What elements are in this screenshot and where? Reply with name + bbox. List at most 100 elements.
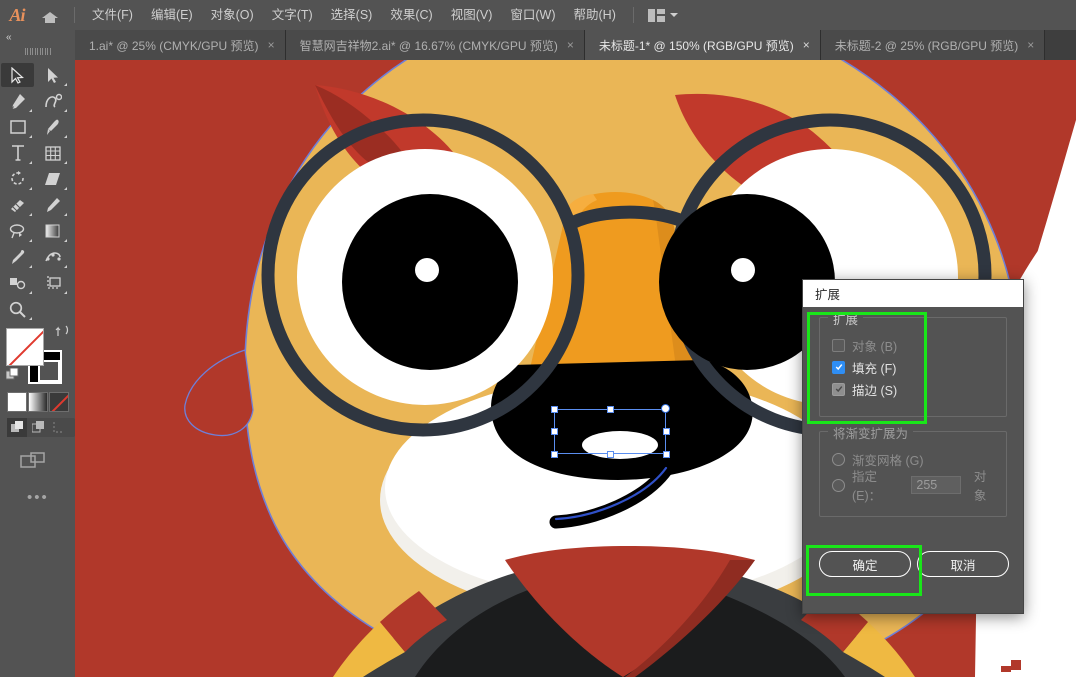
none-slash-icon — [7, 329, 43, 365]
handle-mid-right[interactable] — [663, 428, 670, 435]
menu-effect[interactable]: 效果(C) — [381, 0, 441, 30]
menu-type[interactable]: 文字(T) — [263, 0, 322, 30]
pen-tool[interactable] — [1, 89, 34, 113]
collapse-panel-icon[interactable]: « — [0, 30, 75, 44]
handle-bottom-right[interactable] — [663, 451, 670, 458]
fill-swatch[interactable] — [6, 328, 44, 366]
fill-stroke-swatches — [5, 325, 69, 384]
tab-document-3[interactable]: 未标题-1* @ 150% (RGB/GPU 预览) × — [584, 30, 821, 60]
dialog-title: 扩展 — [803, 280, 1023, 307]
tab-close-icon[interactable]: × — [268, 39, 275, 51]
direct-selection-tool[interactable] — [36, 63, 69, 87]
color-mode-solid[interactable] — [7, 392, 27, 412]
tab-label: 未标题-1* @ 150% (RGB/GPU 预览) — [598, 38, 794, 53]
menu-file[interactable]: 文件(F) — [83, 0, 142, 30]
expand-group-legend: 扩展 — [828, 309, 864, 328]
rotate-tool[interactable] — [1, 167, 34, 191]
tab-document-4[interactable]: 未标题-2 @ 25% (RGB/GPU 预览) × — [820, 30, 1046, 60]
home-icon[interactable] — [34, 0, 66, 30]
color-mode-buttons — [7, 392, 75, 412]
workspace-switcher[interactable] — [647, 8, 678, 22]
screen-mode-icon[interactable] — [20, 451, 75, 476]
path-selection-bbox[interactable] — [551, 404, 670, 458]
menu-divider-2 — [632, 7, 634, 23]
specify-radio[interactable] — [832, 478, 845, 492]
menu-help[interactable]: 帮助(H) — [565, 0, 625, 30]
handle-bottom-left[interactable] — [551, 451, 558, 458]
tab-label: 智慧网吉祥物2.ai* @ 16.67% (CMYK/GPU 预览) — [299, 38, 558, 53]
tab-label: 1.ai* @ 25% (CMYK/GPU 预览) — [89, 38, 259, 53]
rectangle-tool[interactable] — [1, 115, 34, 139]
draw-mode-buttons — [7, 418, 75, 437]
gradient-tool[interactable] — [36, 219, 69, 243]
menu-items: 文件(F) 编辑(E) 对象(O) 文字(T) 选择(S) 效果(C) 视图(V… — [83, 0, 625, 30]
drag-grip-icon[interactable] — [0, 44, 75, 58]
artboard-tool[interactable] — [1, 271, 34, 295]
specify-radio-row[interactable]: 指定 (E)： 255 对象 — [832, 470, 994, 503]
gradient-mesh-radio[interactable] — [832, 452, 845, 466]
curvature-tool[interactable] — [36, 89, 69, 113]
expand-dialog[interactable]: 扩展 扩展 对象 (B) 填充 (F) 描边 (S) 将渐变扩展为 渐变网格 (… — [802, 279, 1024, 614]
lasso-tool[interactable] — [1, 219, 34, 243]
menu-divider — [74, 7, 75, 23]
draw-behind-mode[interactable] — [28, 418, 48, 437]
tab-close-icon[interactable]: × — [1027, 39, 1034, 51]
type-tool[interactable] — [1, 141, 34, 165]
tools-panel: « ••• — [0, 30, 75, 677]
stroke-checkbox-row[interactable]: 描边 (S) — [832, 378, 994, 400]
ok-button[interactable]: 确定 — [819, 551, 911, 577]
tool-empty-slot — [36, 297, 69, 321]
dialog-button-row: 确定 取消 — [819, 551, 1009, 577]
default-fill-stroke-icon[interactable] — [5, 367, 19, 381]
specify-label: 指定 (E)： — [852, 470, 882, 503]
menu-bar: Ai 文件(F) 编辑(E) 对象(O) 文字(T) 选择(S) 效果(C) 视… — [0, 0, 1076, 30]
specify-count-input[interactable]: 255 — [911, 476, 961, 494]
tab-close-icon[interactable]: × — [567, 39, 574, 51]
tab-label: 未标题-2 @ 25% (RGB/GPU 预览) — [834, 38, 1019, 53]
color-mode-none[interactable] — [49, 392, 69, 412]
zoom-tool[interactable] — [1, 297, 34, 321]
object-checkbox-row[interactable]: 对象 (B) — [832, 334, 994, 356]
handle-top-left[interactable] — [551, 406, 558, 413]
swap-fill-stroke-icon[interactable] — [55, 324, 69, 338]
top-right-anchor[interactable] — [661, 404, 670, 413]
menu-edit[interactable]: 编辑(E) — [142, 0, 202, 30]
color-mode-gradient[interactable] — [28, 392, 48, 412]
slice-tool[interactable] — [36, 271, 69, 295]
expand-options-group: 扩展 对象 (B) 填充 (F) 描边 (S) — [819, 309, 1007, 417]
menu-view[interactable]: 视图(V) — [442, 0, 502, 30]
draw-normal-mode[interactable] — [7, 418, 27, 437]
checkmark-icon — [835, 364, 842, 371]
selection-tool[interactable] — [1, 63, 34, 87]
pencil-tool[interactable] — [36, 193, 69, 217]
width-tool[interactable] — [1, 193, 34, 217]
fill-checkbox-label: 填充 (F) — [852, 361, 897, 376]
dialog-body: 扩展 对象 (B) 填充 (F) 描边 (S) 将渐变扩展为 渐变网格 (G) … — [803, 307, 1023, 615]
column-graph-tool[interactable] — [36, 141, 69, 165]
more-tools-icon[interactable]: ••• — [27, 490, 75, 505]
cancel-button[interactable]: 取消 — [917, 551, 1009, 577]
eyedropper-tool[interactable] — [1, 245, 34, 269]
tab-document-2[interactable]: 智慧网吉祥物2.ai* @ 16.67% (CMYK/GPU 预览) × — [285, 30, 585, 60]
handle-mid-left[interactable] — [551, 428, 558, 435]
specify-suffix-label: 对象 — [973, 470, 987, 503]
draw-inside-mode[interactable] — [49, 418, 69, 437]
shape-builder-tool[interactable] — [36, 167, 69, 191]
menu-select[interactable]: 选择(S) — [322, 0, 382, 30]
chevron-down-icon — [669, 13, 678, 17]
handle-top-center[interactable] — [607, 406, 614, 413]
object-checkbox[interactable] — [832, 338, 845, 352]
paintbrush-tool[interactable] — [36, 115, 69, 139]
menu-object[interactable]: 对象(O) — [202, 0, 263, 30]
handle-bottom-center[interactable] — [607, 451, 614, 458]
gradient-expand-group: 将渐变扩展为 渐变网格 (G) 指定 (E)： 255 对象 — [819, 423, 1007, 517]
symbol-sprayer-tool[interactable] — [36, 245, 69, 269]
tab-close-icon[interactable]: × — [803, 39, 810, 51]
stroke-checkbox-label: 描边 (S) — [852, 383, 898, 398]
fill-checkbox[interactable] — [832, 360, 845, 374]
fill-checkbox-row[interactable]: 填充 (F) — [832, 356, 994, 378]
menu-window[interactable]: 窗口(W) — [501, 0, 564, 30]
tab-document-1[interactable]: 1.ai* @ 25% (CMYK/GPU 预览) × — [75, 30, 286, 60]
tool-grid — [0, 58, 75, 322]
stroke-checkbox[interactable] — [832, 382, 845, 396]
